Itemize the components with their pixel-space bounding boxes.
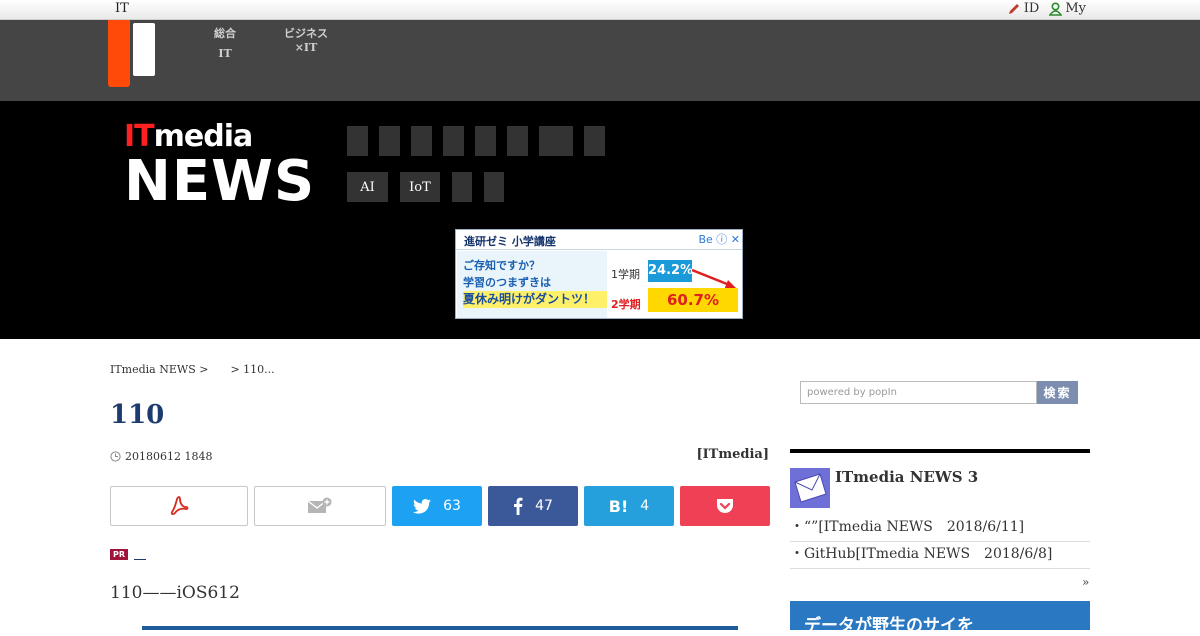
- hatena-count: 4: [640, 498, 650, 514]
- pencil-icon: [1008, 3, 1019, 14]
- ad-copy-line2: 学習のつまずきは: [463, 276, 551, 289]
- category-tab-7[interactable]: [539, 126, 573, 156]
- ad-choices[interactable]: Be ⓘ ✕: [698, 231, 740, 247]
- pdf-icon: [170, 496, 189, 515]
- netnav-item-general-line2: IT: [218, 47, 232, 60]
- pr-link[interactable]: PR: [110, 549, 147, 560]
- newsletter-title[interactable]: ITmedia NEWS 3: [835, 468, 978, 486]
- category-tab-9[interactable]: [452, 172, 472, 202]
- sidebar-divider: [790, 449, 1090, 453]
- user-icon: [1049, 1, 1063, 16]
- netnav-item-business-line2: ×IT: [294, 41, 318, 54]
- ad-term1-value: 24.2%: [648, 260, 693, 282]
- info-icon[interactable]: ⓘ: [716, 233, 727, 246]
- newsletter-mail-icon: [790, 468, 830, 508]
- category-tab-iot[interactable]: IoT: [400, 172, 440, 202]
- article-date: 20180612 1848: [110, 450, 212, 463]
- netnav-item-general-line1: 総合: [214, 27, 236, 40]
- ad-term2-value: 60.7%: [648, 288, 738, 312]
- network-brand-link[interactable]: IT: [115, 1, 129, 16]
- ad-copy: ご存知ですか？ 学習のつまずきは 夏休み明けがダントツ！: [457, 251, 607, 318]
- twitter-icon: [413, 498, 432, 514]
- utility-links: ID My: [1007, 1, 1086, 16]
- mail-share-button[interactable]: [254, 486, 386, 526]
- category-tab-4[interactable]: [443, 126, 464, 156]
- site-search-input[interactable]: powered by popIn: [800, 381, 1037, 404]
- network-bar: [0, 20, 1200, 101]
- ad-term1-label: 1学期: [611, 268, 640, 281]
- facebook-icon: [514, 497, 523, 515]
- article-lead: 110——iOS612: [110, 583, 240, 603]
- search-button[interactable]: 検索: [1037, 381, 1078, 404]
- more-link[interactable]: »: [1082, 575, 1089, 589]
- category-tab-5[interactable]: [475, 126, 496, 156]
- pocket-button[interactable]: [680, 486, 770, 526]
- sidebar-link-2[interactable]: ・GitHub[ITmedia NEWS 2018/6/8]: [790, 543, 1090, 569]
- itmedia-network-logo[interactable]: [108, 20, 130, 87]
- itmedia-network-logo-mark: [133, 23, 155, 76]
- category-tab-8[interactable]: [584, 126, 605, 156]
- category-tab-6[interactable]: [507, 126, 528, 156]
- news-logo[interactable]: NEWS: [124, 152, 315, 212]
- ad-terms: 1学期 2学期: [611, 260, 641, 318]
- ad-copy-line3: 夏休み明けがダントツ！: [463, 291, 607, 308]
- breadcrumb[interactable]: ITmedia NEWS > > 110...: [110, 361, 275, 377]
- mail-add-icon: [307, 497, 332, 513]
- top-utility-bar: IT ID My: [0, 0, 1200, 20]
- article-title: 110: [110, 400, 165, 430]
- category-tab-10[interactable]: [484, 172, 504, 202]
- pr-link-text[interactable]: [134, 550, 147, 560]
- facebook-share-button[interactable]: 47: [488, 486, 578, 526]
- my-link[interactable]: My: [1049, 1, 1086, 16]
- pdf-button[interactable]: [110, 486, 248, 526]
- facebook-count: 47: [535, 498, 553, 514]
- id-link[interactable]: ID: [1007, 1, 1040, 16]
- article-figure-border: [142, 626, 738, 630]
- pr-badge: PR: [110, 549, 129, 560]
- ad-copy-line1: ご存知ですか？: [463, 259, 540, 272]
- pocket-icon: [717, 499, 733, 513]
- twitter-share-button[interactable]: 63: [392, 486, 482, 526]
- category-tab-1[interactable]: [347, 126, 368, 156]
- hatena-bookmark-button[interactable]: B! 4: [584, 486, 674, 526]
- ad-term2-label: 2学期: [611, 298, 641, 311]
- ad-brand-mark: Be: [698, 233, 713, 246]
- id-link-label: ID: [1023, 1, 1040, 16]
- clock-icon: [110, 451, 121, 462]
- close-icon[interactable]: ✕: [731, 233, 740, 246]
- twitter-count: 63: [443, 498, 461, 514]
- header-ad-banner[interactable]: 進研ゼミ 小学講座 Be ⓘ ✕ ご存知ですか？ 学習のつまずきは 夏休み明けが…: [455, 229, 743, 319]
- sidebar-link-1[interactable]: ・“”[ITmedia NEWS 2018/6/11]: [790, 516, 1090, 542]
- sidebar-ad-banner[interactable]: データが野生のサイを: [790, 601, 1090, 636]
- my-link-label: My: [1065, 1, 1086, 16]
- category-tab-3[interactable]: [411, 126, 432, 156]
- netnav-item-business[interactable]: ビジネス ×IT: [284, 27, 328, 55]
- article-author: [ITmedia]: [696, 447, 769, 462]
- netnav-item-business-line1: ビジネス: [284, 27, 328, 40]
- netnav-item-general[interactable]: 総合 IT: [214, 27, 236, 61]
- hatena-bookmark-icon: B!: [608, 496, 629, 516]
- category-tab-ai[interactable]: AI: [347, 172, 388, 202]
- category-tab-2[interactable]: [379, 126, 400, 156]
- article-date-text: 20180612 1848: [125, 450, 213, 463]
